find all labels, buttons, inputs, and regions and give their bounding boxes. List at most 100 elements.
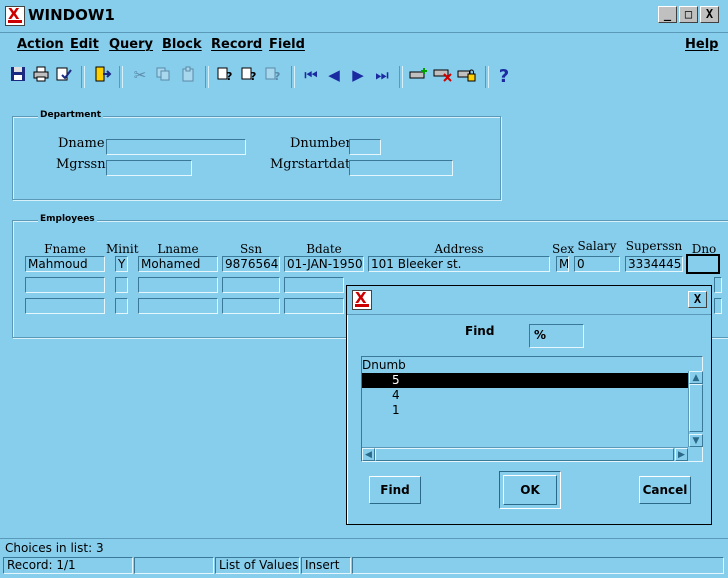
status-mode: List of Values <box>215 557 300 574</box>
lock-record-icon[interactable] <box>456 66 478 88</box>
scrollbar-thumb[interactable] <box>689 384 703 432</box>
status-divider <box>0 538 728 539</box>
lov-ok-button[interactable]: OK <box>503 475 557 505</box>
previous-record-icon[interactable]: ◀ <box>323 66 345 88</box>
lname-field[interactable] <box>138 277 218 293</box>
superssn-field[interactable]: 333444555 <box>625 256 683 272</box>
col-header-superssn: Superssn <box>625 239 683 253</box>
toolbar-separator <box>291 66 295 88</box>
cancel-query-icon[interactable]: ? <box>263 66 285 88</box>
sex-field[interactable]: M <box>556 256 569 272</box>
menu-field[interactable]: Field <box>269 37 305 52</box>
department-group-label: Department <box>38 110 104 120</box>
scroll-right-arrow-icon[interactable]: ▶ <box>675 448 688 461</box>
menu-record[interactable]: Record <box>211 37 262 52</box>
exit-icon[interactable] <box>92 66 114 88</box>
fname-field[interactable] <box>25 298 105 314</box>
print-icon[interactable] <box>30 66 52 88</box>
col-header-ssn: Ssn <box>239 242 263 256</box>
lov-column-header: Dnumb <box>362 358 406 372</box>
insert-record-icon[interactable] <box>408 66 430 88</box>
status-message: Choices in list: 3 <box>5 541 104 555</box>
mgrssn-field[interactable] <box>106 160 192 176</box>
salary-field[interactable]: 0 <box>574 256 620 272</box>
horizontal-scrollbar[interactable]: ◀ ▶ <box>362 447 688 462</box>
ssn-field[interactable]: 987656434 <box>222 256 280 272</box>
lov-find-input[interactable]: % <box>529 324 584 348</box>
dname-label: Dname <box>58 136 105 151</box>
status-insert: Insert <box>301 557 351 574</box>
lov-list-item[interactable]: 1 <box>362 403 688 418</box>
bdate-field[interactable] <box>284 277 344 293</box>
fname-field[interactable]: Mahmoud <box>25 256 105 272</box>
enter-query-icon[interactable]: ? <box>215 66 237 88</box>
minit-field[interactable]: Y <box>115 256 128 272</box>
status-cell <box>134 557 214 574</box>
bdate-field[interactable]: 01-JAN-1950 <box>284 256 364 272</box>
toolbar-separator <box>81 66 85 88</box>
paste-icon[interactable] <box>177 66 199 88</box>
previous-block-icon[interactable]: ⏮ <box>300 66 322 88</box>
dno-field[interactable] <box>714 298 722 314</box>
dname-field[interactable] <box>106 139 246 155</box>
scroll-left-arrow-icon[interactable]: ◀ <box>362 448 375 461</box>
lov-dialog-title-bar <box>347 286 711 315</box>
fname-field[interactable] <box>25 277 105 293</box>
mgrstartdate-label: Mgrstartdate <box>270 157 358 172</box>
col-header-bdate: Bdate <box>306 242 342 256</box>
lname-field[interactable]: Mohamed <box>138 256 218 272</box>
status-record-count: Record: 1/1 <box>3 557 133 574</box>
close-button[interactable]: X <box>700 6 719 23</box>
dnumber-field[interactable] <box>349 139 381 155</box>
col-header-minit: Minit <box>106 242 139 256</box>
scroll-down-arrow-icon[interactable]: ▼ <box>689 434 703 447</box>
toolbar-separator <box>399 66 403 88</box>
maximize-button[interactable]: □ <box>679 6 698 23</box>
cut-icon[interactable]: ✂ <box>129 66 151 88</box>
lov-list-item[interactable]: 5 <box>362 373 688 388</box>
col-header-address: Address <box>434 242 484 256</box>
dno-field[interactable] <box>714 277 722 293</box>
help-icon[interactable]: ? <box>493 66 515 88</box>
minit-field[interactable] <box>115 277 128 293</box>
ssn-field[interactable] <box>222 277 280 293</box>
scroll-up-arrow-icon[interactable]: ▲ <box>689 371 703 384</box>
toolbar-separator <box>205 66 209 88</box>
scrollbar-thumb[interactable] <box>375 448 674 461</box>
checklist-icon[interactable] <box>53 66 75 88</box>
mgrstartdate-field[interactable] <box>349 160 453 176</box>
lov-find-button[interactable]: Find <box>369 476 421 504</box>
menu-help[interactable]: Help <box>685 37 718 52</box>
next-record-icon[interactable]: ▶ <box>347 66 369 88</box>
ssn-field[interactable] <box>222 298 280 314</box>
lname-field[interactable] <box>138 298 218 314</box>
save-icon[interactable] <box>7 66 29 88</box>
toolbar-separator <box>485 66 489 88</box>
dno-field[interactable] <box>686 254 720 274</box>
lov-cancel-button[interactable]: Cancel <box>639 476 691 504</box>
status-cell <box>352 557 724 574</box>
lov-list[interactable]: Dnumb 5 4 1 ▲ ▼ ◀ ▶ <box>361 356 703 462</box>
delete-record-icon[interactable] <box>432 66 454 88</box>
copy-icon[interactable] <box>152 66 174 88</box>
bdate-field[interactable] <box>284 298 344 314</box>
lov-dialog: X X Find % Dnumb 5 4 1 ▲ ▼ ◀ ▶ Find OK C… <box>346 285 712 525</box>
execute-query-icon[interactable]: ? <box>239 66 261 88</box>
col-header-sex: Sex <box>552 242 575 256</box>
mgrssn-label: Mgrssn <box>56 157 106 172</box>
window-title: WINDOW1 <box>28 6 115 24</box>
lov-close-button[interactable]: X <box>688 291 707 308</box>
minit-field[interactable] <box>115 298 128 314</box>
address-field[interactable]: 101 Bleeker st. <box>368 256 550 272</box>
minimize-button[interactable]: _ <box>658 6 677 23</box>
vertical-scrollbar[interactable]: ▲ ▼ <box>688 371 703 447</box>
menu-edit[interactable]: Edit <box>70 37 99 52</box>
lov-find-label: Find <box>465 324 495 338</box>
menu-query[interactable]: Query <box>109 37 153 52</box>
next-block-icon[interactable]: ⏭ <box>371 66 393 88</box>
oracle-forms-icon: X <box>5 5 25 26</box>
svg-text:?: ? <box>226 70 232 82</box>
menu-block[interactable]: Block <box>162 37 202 52</box>
lov-list-item[interactable]: 4 <box>362 388 688 403</box>
menu-action[interactable]: Action <box>17 37 64 52</box>
